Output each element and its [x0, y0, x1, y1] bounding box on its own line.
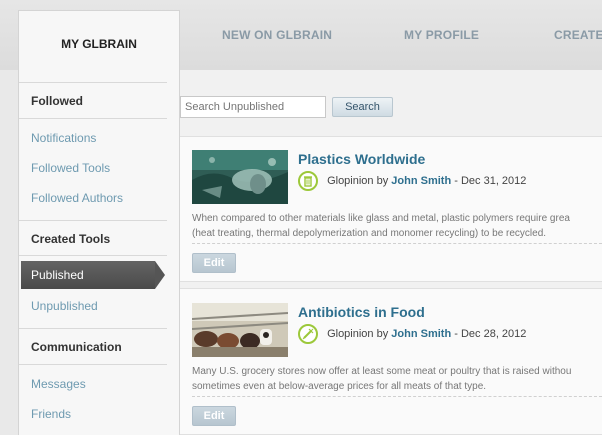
- description-line: sometimes even at below-average prices f…: [192, 381, 487, 392]
- plastics-thumbnail[interactable]: [192, 150, 288, 204]
- divider: [19, 118, 167, 119]
- edit-button[interactable]: Edit: [192, 406, 236, 426]
- list-item: Plastics Worldwide Glopinion by John Smi…: [180, 136, 602, 282]
- search-button[interactable]: Search: [332, 97, 393, 117]
- divider: [19, 328, 167, 329]
- by-label: by: [376, 327, 389, 340]
- sidebar: Followed Notifications Followed Tools Fo…: [18, 70, 180, 435]
- tab-my-profile[interactable]: MY PROFILE: [404, 28, 479, 42]
- sidebar-item-followed-authors[interactable]: Followed Authors: [31, 191, 123, 205]
- tab-create[interactable]: CREATE C: [554, 28, 602, 42]
- sidebar-item-unpublished[interactable]: Unpublished: [31, 299, 98, 313]
- tool-meta: Glopinion by John Smith - Dec 28, 2012: [298, 324, 526, 344]
- description-line: When compared to other materials like gl…: [192, 213, 570, 224]
- search-input[interactable]: [180, 96, 326, 118]
- divider: [19, 220, 167, 221]
- tab-my-glbrain[interactable]: MY GLBRAIN: [18, 10, 180, 70]
- tool-type: Glopinion: [327, 174, 374, 187]
- sidebar-item-messages[interactable]: Messages: [31, 377, 86, 391]
- author-link[interactable]: John Smith: [391, 175, 451, 187]
- tab-new-on-glbrain[interactable]: NEW ON GLBRAIN: [222, 28, 332, 42]
- divider: [192, 396, 602, 397]
- sidebar-item-followed-tools[interactable]: Followed Tools: [31, 161, 110, 175]
- divider: [192, 243, 602, 244]
- antibiotics-thumbnail[interactable]: [192, 303, 288, 357]
- sidebar-heading-followed: Followed: [31, 94, 83, 108]
- divider: [19, 82, 167, 83]
- tool-date: - Dec 31, 2012: [454, 174, 527, 187]
- sidebar-item-notifications[interactable]: Notifications: [31, 131, 96, 145]
- sidebar-item-friends[interactable]: Friends: [31, 407, 71, 421]
- main-content: Search Plastics Worldwide: [180, 70, 602, 435]
- description-line: (heat treating, thermal depolymerization…: [192, 228, 547, 239]
- tool-title[interactable]: Plastics Worldwide: [298, 151, 425, 167]
- sidebar-heading-communication: Communication: [31, 340, 122, 354]
- sidebar-heading-created-tools: Created Tools: [31, 232, 111, 246]
- divider: [19, 364, 167, 365]
- author-link[interactable]: John Smith: [391, 328, 451, 340]
- syringe-icon: [298, 324, 318, 344]
- by-label: by: [376, 174, 389, 187]
- trash-can-icon: [298, 171, 318, 191]
- sidebar-item-published[interactable]: Published: [21, 261, 165, 289]
- description-line: Many U.S. grocery stores now offer at le…: [192, 366, 572, 377]
- list-item: Antibiotics in Food Glopinion by John Sm…: [180, 288, 602, 435]
- tool-description: Many U.S. grocery stores now offer at le…: [192, 364, 602, 394]
- tool-description: When compared to other materials like gl…: [192, 211, 602, 241]
- tool-type: Glopinion: [327, 327, 374, 340]
- tool-meta: Glopinion by John Smith - Dec 31, 2012: [298, 171, 526, 191]
- edit-button[interactable]: Edit: [192, 253, 236, 273]
- top-nav: MY GLBRAIN NEW ON GLBRAIN MY PROFILE CRE…: [0, 0, 602, 70]
- tool-date: - Dec 28, 2012: [454, 327, 527, 340]
- tool-title[interactable]: Antibiotics in Food: [298, 304, 425, 320]
- divider: [19, 255, 167, 256]
